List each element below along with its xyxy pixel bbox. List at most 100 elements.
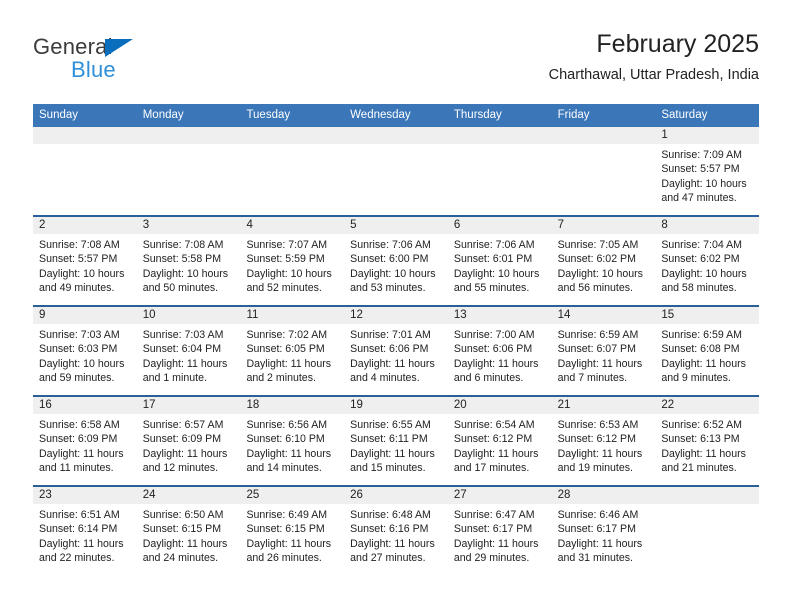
day-cell[interactable]: 17 Sunrise: 6:57 AM Sunset: 6:09 PM Dayl…: [136, 397, 241, 485]
day-cell[interactable]: [33, 127, 137, 215]
day-details: [240, 144, 344, 148]
day-number: [240, 127, 345, 144]
day-cell[interactable]: 19 Sunrise: 6:55 AM Sunset: 6:11 PM Dayl…: [344, 397, 448, 485]
weekday-header-row: Sunday Monday Tuesday Wednesday Thursday…: [33, 104, 759, 127]
week-row: 9 Sunrise: 7:03 AM Sunset: 6:03 PM Dayli…: [33, 305, 760, 395]
daylight-text: Daylight: 11 hours and 24 minutes.: [142, 537, 228, 565]
day-cell[interactable]: 24 Sunrise: 6:50 AM Sunset: 6:15 PM Dayl…: [136, 487, 241, 575]
daylight-text: Daylight: 11 hours and 15 minutes.: [350, 447, 435, 475]
day-cell[interactable]: 16 Sunrise: 6:58 AM Sunset: 6:09 PM Dayl…: [33, 397, 137, 485]
day-details: Sunrise: 6:55 AM Sunset: 6:11 PM Dayligh…: [344, 414, 448, 476]
day-cell[interactable]: 27 Sunrise: 6:47 AM Sunset: 6:17 PM Dayl…: [447, 487, 552, 575]
day-details: Sunrise: 7:06 AM Sunset: 6:01 PM Dayligh…: [448, 234, 552, 296]
day-number: 22: [655, 397, 760, 414]
day-number: 28: [551, 487, 656, 504]
day-cell[interactable]: 1 Sunrise: 7:09 AM Sunset: 5:57 PM Dayli…: [655, 127, 760, 215]
sunset-text: Sunset: 6:03 PM: [39, 343, 118, 356]
day-cell[interactable]: 6 Sunrise: 7:06 AM Sunset: 6:01 PM Dayli…: [447, 217, 552, 305]
day-cell[interactable]: 5 Sunrise: 7:06 AM Sunset: 6:00 PM Dayli…: [344, 217, 448, 305]
day-cell[interactable]: 9 Sunrise: 7:03 AM Sunset: 6:03 PM Dayli…: [33, 307, 137, 395]
sunset-text: Sunset: 6:09 PM: [39, 433, 118, 446]
day-cell[interactable]: 25 Sunrise: 6:49 AM Sunset: 6:15 PM Dayl…: [240, 487, 345, 575]
day-cell[interactable]: 23 Sunrise: 6:51 AM Sunset: 6:14 PM Dayl…: [33, 487, 137, 575]
daylight-text: Daylight: 11 hours and 11 minutes.: [39, 447, 124, 475]
week-row: 16 Sunrise: 6:58 AM Sunset: 6:09 PM Dayl…: [33, 395, 760, 485]
day-number: 5: [344, 217, 448, 234]
day-number: [551, 127, 656, 144]
day-details: Sunrise: 6:49 AM Sunset: 6:15 PM Dayligh…: [240, 504, 344, 566]
sunrise-text: Sunrise: 6:49 AM: [246, 509, 328, 521]
sunset-text: Sunset: 6:17 PM: [453, 523, 533, 536]
day-number: 19: [344, 397, 448, 414]
day-number: 13: [447, 307, 552, 324]
day-cell[interactable]: 26 Sunrise: 6:48 AM Sunset: 6:16 PM Dayl…: [344, 487, 448, 575]
day-details: Sunrise: 7:03 AM Sunset: 6:03 PM Dayligh…: [33, 324, 137, 386]
sunrise-text: Sunrise: 7:04 AM: [661, 239, 742, 251]
weekday-header-monday: Monday: [142, 109, 184, 121]
daylight-text: Daylight: 10 hours and 55 minutes.: [453, 267, 540, 295]
daylight-text: Daylight: 11 hours and 21 minutes.: [661, 447, 746, 475]
day-cell[interactable]: 12 Sunrise: 7:01 AM Sunset: 6:06 PM Dayl…: [344, 307, 448, 395]
day-cell[interactable]: [551, 127, 656, 215]
day-cell[interactable]: 11 Sunrise: 7:02 AM Sunset: 6:05 PM Dayl…: [240, 307, 345, 395]
day-cell[interactable]: 4 Sunrise: 7:07 AM Sunset: 5:59 PM Dayli…: [240, 217, 345, 305]
weekday-header-friday: Friday: [557, 109, 590, 121]
day-number: 24: [136, 487, 241, 504]
sunrise-text: Sunrise: 6:59 AM: [661, 329, 742, 341]
week-row: 23 Sunrise: 6:51 AM Sunset: 6:14 PM Dayl…: [33, 485, 760, 575]
page-header: General Blue February 2025 Charthawal, U…: [33, 28, 759, 96]
day-cell[interactable]: 8 Sunrise: 7:04 AM Sunset: 6:02 PM Dayli…: [655, 217, 760, 305]
day-cell[interactable]: [655, 487, 760, 575]
day-cell[interactable]: 20 Sunrise: 6:54 AM Sunset: 6:12 PM Dayl…: [447, 397, 552, 485]
day-number: 18: [240, 397, 345, 414]
day-cell[interactable]: 15 Sunrise: 6:59 AM Sunset: 6:08 PM Dayl…: [655, 307, 760, 395]
logo-text-blue: Blue: [71, 57, 116, 82]
daylight-text: Daylight: 10 hours and 56 minutes.: [557, 267, 643, 295]
sunrise-text: Sunrise: 7:05 AM: [557, 239, 639, 251]
day-cell[interactable]: 13 Sunrise: 7:00 AM Sunset: 6:06 PM Dayl…: [447, 307, 552, 395]
day-details: [655, 504, 759, 508]
sunset-text: Sunset: 6:15 PM: [246, 523, 325, 536]
daylight-text: Daylight: 11 hours and 6 minutes.: [453, 357, 539, 385]
day-details: Sunrise: 6:58 AM Sunset: 6:09 PM Dayligh…: [33, 414, 137, 476]
day-cell[interactable]: [447, 127, 552, 215]
day-cell[interactable]: 2 Sunrise: 7:08 AM Sunset: 5:57 PM Dayli…: [33, 217, 137, 305]
day-details: [33, 144, 137, 148]
generalblue-logo[interactable]: General Blue: [33, 34, 253, 90]
weekday-header-thursday: Thursday: [453, 109, 502, 121]
day-details: Sunrise: 6:59 AM Sunset: 6:07 PM Dayligh…: [552, 324, 656, 386]
sunrise-text: Sunrise: 6:54 AM: [453, 419, 535, 431]
day-cell[interactable]: [136, 127, 241, 215]
day-number: 26: [344, 487, 448, 504]
day-cell[interactable]: 14 Sunrise: 6:59 AM Sunset: 6:07 PM Dayl…: [551, 307, 656, 395]
day-cell[interactable]: 21 Sunrise: 6:53 AM Sunset: 6:12 PM Dayl…: [551, 397, 656, 485]
sunset-text: Sunset: 6:09 PM: [142, 433, 222, 446]
day-cell[interactable]: [240, 127, 345, 215]
day-cell[interactable]: 3 Sunrise: 7:08 AM Sunset: 5:58 PM Dayli…: [136, 217, 241, 305]
day-cell[interactable]: 18 Sunrise: 6:56 AM Sunset: 6:10 PM Dayl…: [240, 397, 345, 485]
daylight-text: Daylight: 11 hours and 17 minutes.: [453, 447, 539, 475]
sunrise-text: Sunrise: 6:52 AM: [661, 419, 742, 431]
day-details: Sunrise: 6:50 AM Sunset: 6:15 PM Dayligh…: [137, 504, 241, 566]
day-cell[interactable]: [344, 127, 448, 215]
sunrise-text: Sunrise: 7:06 AM: [453, 239, 535, 251]
day-number: 15: [655, 307, 760, 324]
day-cell[interactable]: 28 Sunrise: 6:46 AM Sunset: 6:17 PM Dayl…: [551, 487, 656, 575]
sunset-text: Sunset: 6:12 PM: [453, 433, 533, 446]
sunrise-text: Sunrise: 7:08 AM: [39, 239, 120, 251]
day-details: Sunrise: 7:02 AM Sunset: 6:05 PM Dayligh…: [240, 324, 344, 386]
day-number: [33, 127, 137, 144]
day-cell[interactable]: 10 Sunrise: 7:03 AM Sunset: 6:04 PM Dayl…: [136, 307, 241, 395]
day-cell[interactable]: 22 Sunrise: 6:52 AM Sunset: 6:13 PM Dayl…: [655, 397, 760, 485]
day-details: Sunrise: 6:52 AM Sunset: 6:13 PM Dayligh…: [655, 414, 759, 476]
sunset-text: Sunset: 6:13 PM: [661, 433, 740, 446]
page-title: February 2025: [596, 30, 759, 58]
sunset-text: Sunset: 6:02 PM: [661, 253, 740, 266]
week-row: 2 Sunrise: 7:08 AM Sunset: 5:57 PM Dayli…: [33, 215, 760, 305]
day-cell[interactable]: 7 Sunrise: 7:05 AM Sunset: 6:02 PM Dayli…: [551, 217, 656, 305]
sunrise-text: Sunrise: 6:50 AM: [142, 509, 224, 521]
calendar-page: General Blue February 2025 Charthawal, U…: [0, 0, 792, 612]
day-number: 4: [240, 217, 345, 234]
sunrise-text: Sunrise: 6:46 AM: [557, 509, 639, 521]
day-details: Sunrise: 7:08 AM Sunset: 5:57 PM Dayligh…: [33, 234, 137, 296]
